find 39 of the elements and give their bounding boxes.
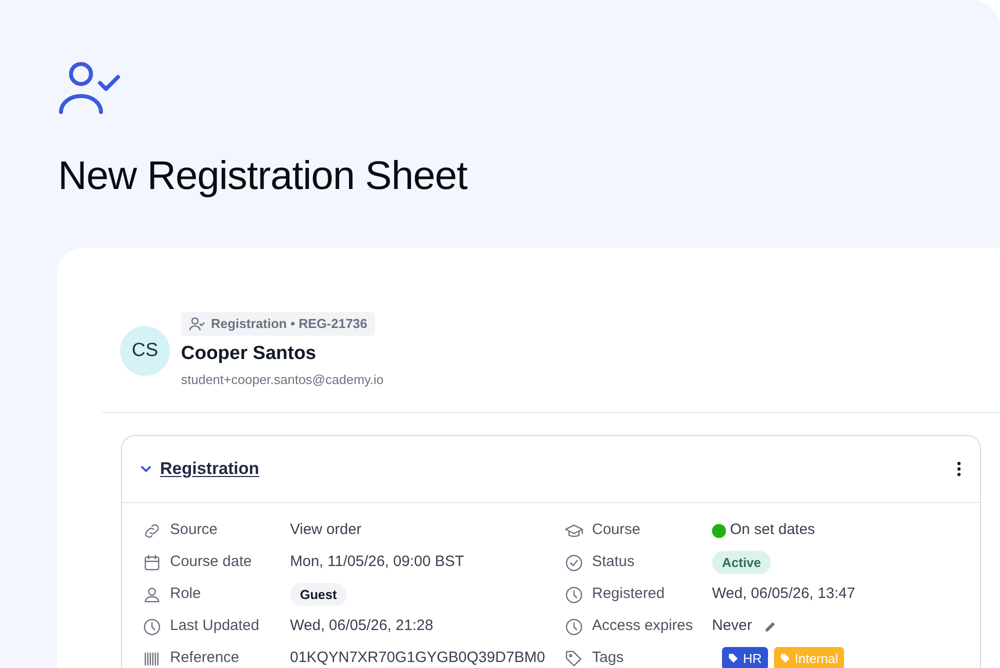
- field-value: View order: [290, 520, 362, 540]
- field-value: Never: [712, 616, 752, 636]
- clock-icon: [564, 584, 584, 604]
- calendar-icon: [142, 552, 162, 572]
- user-check-icon: [58, 60, 122, 116]
- more-icon[interactable]: [956, 460, 962, 476]
- tag-chip: Internal: [774, 646, 844, 668]
- page-title: New Registration Sheet: [58, 153, 468, 200]
- field-value: Wed, 06/05/26, 21:28: [290, 616, 434, 636]
- edit-icon[interactable]: [764, 620, 778, 633]
- avatar: CS: [120, 326, 170, 376]
- field-label: Reference: [170, 648, 240, 668]
- tag-icon: [780, 653, 791, 664]
- field-label: Access expires: [592, 616, 694, 636]
- record-email: student+cooper.santos@cademy.io: [181, 371, 384, 389]
- field-label: Last Updated: [170, 616, 260, 636]
- field-value: On set dates: [730, 520, 816, 540]
- clock-icon: [142, 616, 162, 636]
- field-label: Course: [592, 520, 642, 540]
- clock-icon: [564, 616, 584, 636]
- field-value: Mon, 11/05/26, 09:00 BST: [290, 552, 464, 572]
- field-label: Registered: [592, 584, 666, 604]
- badge-text: Registration • REG-21736: [211, 315, 368, 333]
- tag-icon: [564, 648, 584, 668]
- status-pill: Active: [712, 550, 772, 574]
- field-value: Wed, 06/05/26, 13:47: [712, 584, 856, 604]
- field-label: Source: [170, 520, 219, 540]
- tag-icon: [728, 653, 739, 664]
- tag-chip: HR: [722, 646, 768, 668]
- field-label: Status: [592, 552, 636, 572]
- user-check-icon: [189, 316, 205, 331]
- section-toggle[interactable]: Registration: [140, 456, 260, 482]
- check-circle-icon: [564, 552, 584, 572]
- role-pill: Guest: [290, 582, 347, 606]
- field-value: 01KQYN7XR70G1GYGB0Q39D7BM0: [290, 648, 546, 668]
- field-label: Role: [170, 584, 202, 604]
- field-label: Course date: [170, 552, 253, 572]
- record-name: Cooper Santos: [181, 342, 316, 366]
- field-label: Tags: [592, 648, 625, 668]
